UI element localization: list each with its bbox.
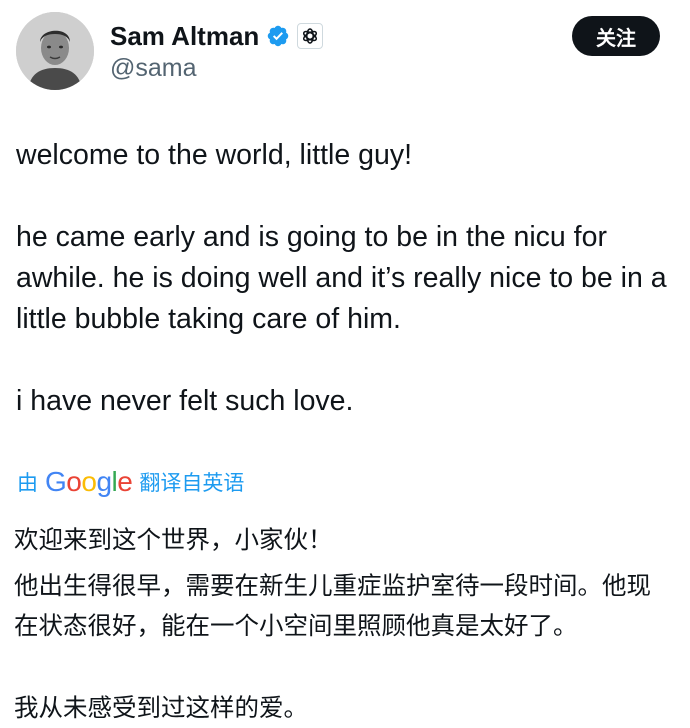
author-display-name[interactable]: Sam Altman [110, 21, 259, 52]
author-name-row: Sam Altman [110, 20, 324, 52]
translation-paragraph-2: 他出生得很早，需要在新生儿重症监护室待一段时间。他现在状态很好，能在一个小空间里… [14, 571, 651, 640]
tweet-paragraph-3: i have never felt such love. [16, 385, 354, 417]
tweet-paragraph-2: he came early and is going to be in the … [16, 221, 667, 335]
follow-button[interactable]: 关注 [572, 16, 660, 56]
translated-by-prefix: 由 [17, 471, 38, 495]
translated-by-link[interactable]: 由 Google 翻译自英语 [17, 466, 244, 498]
translation-paragraph-3: 我从未感受到过这样的爱。 [14, 693, 308, 722]
verified-badge-icon[interactable] [266, 24, 290, 48]
author-handle[interactable]: @sama [110, 54, 197, 83]
translated-by-suffix: 翻译自英语 [139, 471, 245, 495]
openai-logo-icon[interactable] [297, 23, 324, 49]
avatar[interactable] [16, 12, 94, 90]
google-logo: Google [45, 466, 133, 497]
translation-paragraph-1: 欢迎来到这个世界，小家伙！ [14, 525, 333, 554]
tweet-paragraph-1: welcome to the world, little guy! [16, 139, 413, 171]
avatar-photo [16, 12, 94, 90]
